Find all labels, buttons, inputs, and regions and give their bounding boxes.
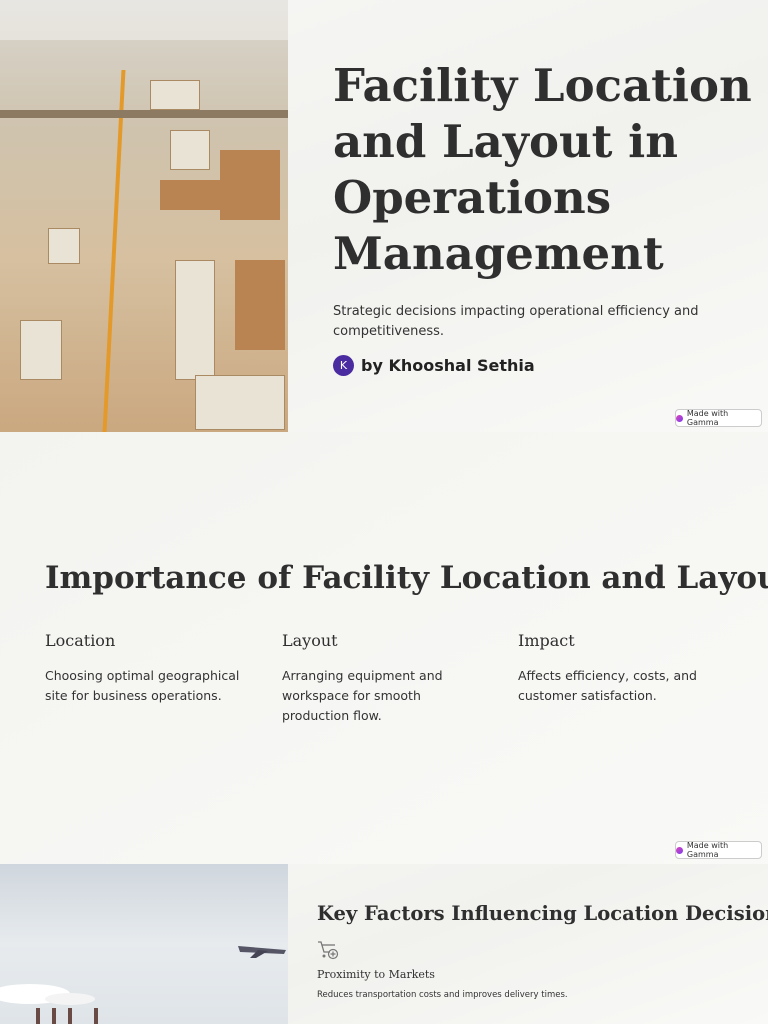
- column-location: Location Choosing optimal geographical s…: [45, 631, 255, 706]
- key-factors-slide: Key Factors Influencing Location Decisio…: [0, 864, 768, 1024]
- made-with-gamma-badge[interactable]: Made with Gamma: [675, 841, 762, 859]
- presentation-subtitle: Strategic decisions impacting operationa…: [333, 304, 699, 339]
- slide-title: Key Factors Influencing Location Decisio…: [317, 902, 768, 925]
- importance-slide: Importance of Facility Location and Layo…: [0, 432, 768, 864]
- factor-description: Reduces transportation costs and improve…: [317, 990, 568, 1000]
- column-heading: Location: [45, 631, 116, 650]
- gamma-logo-icon: [676, 414, 683, 422]
- column-heading: Layout: [282, 631, 338, 650]
- column-layout: Layout Arranging equipment and workspace…: [282, 631, 462, 726]
- avatar: K: [333, 355, 354, 376]
- author-name: by Khooshal Sethia: [361, 356, 535, 375]
- column-text: Affects efficiency, costs, and customer …: [518, 668, 697, 703]
- slide-title: Importance of Facility Location and Layo…: [45, 560, 768, 596]
- badge-label: Made with Gamma: [686, 409, 729, 427]
- presentation-title: Facility Location and Layout in Operatio…: [333, 59, 752, 280]
- badge-label: Made with Gamma: [686, 841, 729, 859]
- column-text: Choosing optimal geographical site for b…: [45, 668, 240, 703]
- factor-title: Proximity to Markets: [317, 968, 435, 981]
- airplane-factory-illustration: [0, 946, 286, 1024]
- column-heading: Impact: [518, 631, 575, 650]
- gamma-logo-icon: [676, 846, 683, 854]
- author: K by Khooshal Sethia: [333, 355, 535, 376]
- column-impact: Impact Affects efficiency, costs, and cu…: [518, 631, 718, 706]
- title-slide: Facility Location and Layout in Operatio…: [0, 0, 768, 432]
- industrial-sky-image: [0, 864, 288, 1024]
- warehouse-image: [0, 0, 288, 432]
- column-text: Arranging equipment and workspace for sm…: [282, 668, 443, 723]
- made-with-gamma-badge[interactable]: Made with Gamma: [675, 409, 762, 427]
- cart-plus-icon: [318, 941, 339, 960]
